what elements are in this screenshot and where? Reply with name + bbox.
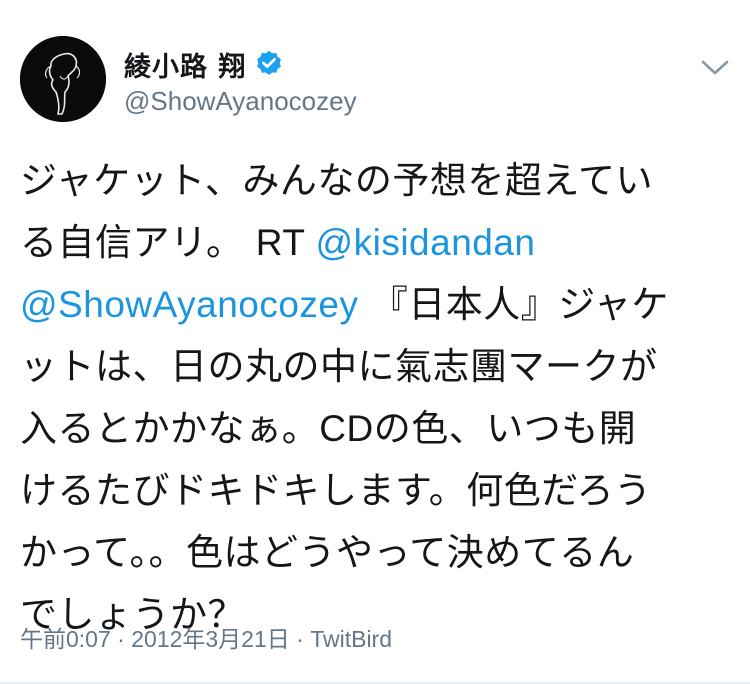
tweet-text-segment: かって。。色はどうやって決めてるん [20,531,635,574]
avatar[interactable] [20,36,106,122]
mention-link[interactable]: @kisidandan [316,222,536,263]
mention-link[interactable]: @ShowAyanocozey [20,284,359,325]
tweet-text: ジャケット、みんなの予想を超えてい る自信アリ。 RT @kisidandan @S… [20,150,735,646]
tweet-text-line: ジャケット、みんなの予想を超えてい [20,150,735,212]
tweet-text-line: 入るとかかなぁ。CDの色、いつも開 [20,398,735,460]
tweet-text-segment: る自信アリ。 [20,221,256,264]
chevron-down-icon[interactable] [698,52,732,82]
tweet-text-segment: 『日本人』ジャケ [358,283,669,326]
avatar-silhouette-icon [20,36,106,122]
tweet-text-line: けるたびドキドキします。何色だろう [20,460,735,522]
tweet-text-line: かって。。色はどうやって決めてるん [20,522,735,584]
display-name[interactable]: 綾小路 翔 [124,45,246,84]
tweet-text-segment: 入るとかかなぁ。 [20,407,320,450]
display-name-row: 綾小路 翔 [124,44,284,84]
tweet-text-segment: ットは、日の丸の中に氣志團マークが [20,345,658,388]
tweet-date[interactable]: 2012年3月21日 [131,626,290,652]
tweet-text-segment: ジャケット、みんなの予想を超えてい [20,159,654,202]
meta-separator: · [289,626,311,652]
tweet-meta: 午前0:07 · 2012年3月21日 · TwitBird [20,620,392,654]
tweet-text-segment: CD [319,408,374,449]
tweet-text-line: る自信アリ。 RT @kisidandan [20,212,735,274]
tweet-text-segment: けるたびドキドキします。何色だろう [20,469,652,512]
tweet-source[interactable]: TwitBird [310,626,392,652]
verified-badge-icon [254,49,284,79]
tweet-time[interactable]: 午前0:07 [20,626,111,652]
user-handle[interactable]: @ShowAyanocozey [124,86,357,117]
tweet-text-line: ットは、日の丸の中に氣志團マークが [20,336,735,398]
tweet-text-line: @ShowAyanocozey 『日本人』ジャケ [20,274,735,336]
meta-separator: · [110,626,132,652]
tweet-text-segment: RT [255,222,316,263]
tweet-card: 綾小路 翔 @ShowAyanocozey ジャケット、みんなの予想を超えている… [0,0,750,684]
tweet-text-segment: の色、いつも開 [373,407,637,450]
